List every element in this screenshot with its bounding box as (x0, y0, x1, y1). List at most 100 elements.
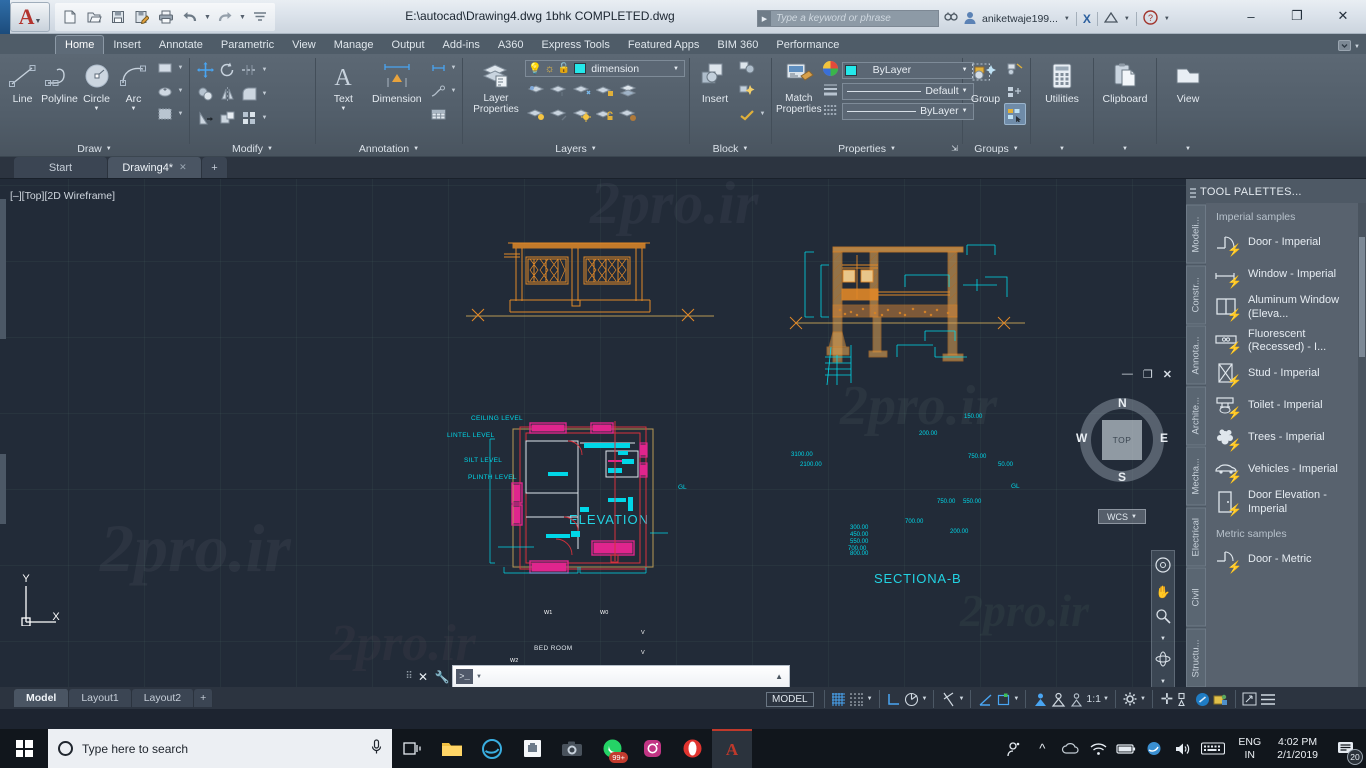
sun-icon[interactable]: ☼ (545, 63, 555, 75)
palette-tab-architectural[interactable]: Archite... (1186, 386, 1206, 445)
palette-item-stud[interactable]: ⚡ Stud - Imperial (1206, 358, 1358, 390)
fullscreen-icon[interactable] (1242, 691, 1258, 707)
command-line-grip[interactable]: ⠿ (404, 665, 414, 688)
hardware-acceleration-icon[interactable]: ✛ (1159, 691, 1175, 708)
layer-thaw-icon[interactable] (548, 103, 570, 125)
language-indicator[interactable]: ENG IN (1230, 736, 1269, 762)
customization-icon[interactable] (1213, 691, 1229, 707)
insert-block-button[interactable]: Insert (694, 57, 736, 105)
gradient-icon[interactable] (154, 103, 176, 125)
ribbon-tab-manage[interactable]: Manage (325, 35, 383, 54)
exchange-apps-icon[interactable]: X (1083, 12, 1091, 26)
ortho-icon[interactable] (886, 691, 902, 707)
ribbon-tab-addins[interactable]: Add-ins (434, 35, 489, 54)
command-input-wrapper[interactable]: >_ ▼ ▲ (452, 665, 790, 688)
start-button[interactable] (0, 729, 48, 768)
view-cube-south[interactable]: S (1118, 470, 1126, 484)
layout-tab-layout1[interactable]: Layout1 (69, 689, 132, 707)
workspace-dropdown-icon[interactable]: ▼ (1140, 696, 1146, 702)
undo-icon[interactable] (179, 6, 201, 28)
pan-hand-icon[interactable]: ✋ (1156, 585, 1171, 599)
ribbon-options-dropdown-icon[interactable]: ▼ (1354, 44, 1360, 50)
wcs-dropdown[interactable]: WCS ▼ (1098, 509, 1146, 524)
circle-button[interactable]: Circle ▼ (78, 57, 115, 112)
palette-tab-mechanical[interactable]: Mecha... (1186, 447, 1206, 506)
palette-scrollbar-thumb[interactable] (1359, 237, 1365, 357)
task-view-icon[interactable] (392, 729, 432, 768)
account-dropdown-icon[interactable]: ▼ (1064, 16, 1070, 22)
text-dropdown-icon[interactable]: ▼ (340, 106, 346, 112)
viewport-close-icon[interactable]: ✕ (1163, 368, 1172, 381)
instagram-icon[interactable] (632, 729, 672, 768)
show-hidden-icons-icon[interactable]: ^ (1028, 729, 1056, 768)
hatch-dropdown-icon[interactable]: ▼ (176, 88, 185, 94)
layer-merge-icon[interactable] (617, 79, 639, 101)
keyboard-icon[interactable] (1196, 729, 1230, 768)
clean-screen-icon[interactable] (1195, 691, 1211, 707)
clipboard-panel-title[interactable]: ▼ (1094, 140, 1156, 157)
save-as-icon[interactable] (131, 6, 153, 28)
properties-dialog-launcher-icon[interactable]: ⇲ (951, 144, 958, 153)
define-attributes-icon[interactable] (736, 103, 758, 125)
undo-dropdown-icon[interactable]: ▼ (203, 14, 212, 21)
file-tab-start[interactable]: Start (14, 157, 108, 178)
microphone-icon[interactable] (371, 739, 382, 758)
grid-display-icon[interactable] (831, 691, 847, 707)
wifi-icon[interactable] (1084, 729, 1112, 768)
dynamic-ucs-icon[interactable] (995, 691, 1011, 707)
polar-dropdown-icon[interactable]: ▼ (922, 696, 928, 702)
layer-color-swatch[interactable] (574, 63, 587, 74)
palette-content[interactable]: Imperial samples ⚡ Door - Imperial ⚡ Win… (1206, 203, 1358, 687)
palette-item-door-metric[interactable]: ⚡ Door - Metric (1206, 544, 1358, 576)
polar-tracking-icon[interactable] (904, 691, 920, 707)
model-space-button[interactable]: MODEL (766, 691, 814, 707)
layer-lock-icon[interactable] (594, 79, 616, 101)
group-selection-on-off-icon[interactable] (1004, 103, 1026, 125)
layer-freeze-icon[interactable] (548, 79, 570, 101)
dimension-button[interactable]: Dimension (367, 57, 427, 105)
annotation-scale-value[interactable]: 1:1 (1086, 693, 1101, 705)
ribbon-tab-home[interactable]: Home (55, 35, 105, 54)
scale-dropdown-icon[interactable]: ▼ (1103, 696, 1109, 702)
help-icon[interactable]: ? (1143, 9, 1158, 28)
opera-icon[interactable] (672, 729, 712, 768)
redo-dropdown-icon[interactable]: ▼ (238, 14, 247, 21)
palette-tab-annotation[interactable]: Annota... (1186, 326, 1206, 385)
table-icon[interactable] (427, 103, 449, 125)
save-icon[interactable] (107, 6, 129, 28)
fillet-icon[interactable] (238, 83, 260, 105)
view-cube-top-face[interactable]: TOP (1102, 420, 1142, 460)
viewport-minimize-icon[interactable]: — (1122, 368, 1133, 381)
palette-tab-modeling[interactable]: Modeli... (1186, 205, 1206, 264)
autocad-icon[interactable]: A (712, 729, 752, 768)
ribbon-tab-featured-apps[interactable]: Featured Apps (619, 35, 709, 54)
palette-item-trees[interactable]: ⚡ Trees - Imperial (1206, 422, 1358, 454)
osnap-dropdown-icon[interactable]: ▼ (958, 696, 964, 702)
add-layout-button[interactable]: + (194, 689, 214, 707)
view-panel-title[interactable]: ▼ (1157, 140, 1219, 157)
palette-item-aluminum-window[interactable]: ⚡ Aluminum Window (Eleva... (1206, 291, 1358, 325)
utilities-button[interactable]: Utilities (1035, 57, 1089, 105)
line-button[interactable]: Line (4, 57, 41, 105)
palette-item-window-imperial[interactable]: ⚡ Window - Imperial (1206, 259, 1358, 291)
unlock-icon[interactable]: 🔓 (558, 63, 570, 74)
light-bulb-icon[interactable]: 💡 (528, 62, 542, 75)
palette-grip[interactable] (1190, 188, 1196, 198)
object-snap-tracking-icon[interactable] (977, 691, 993, 707)
palette-item-door-imperial[interactable]: ⚡ Door - Imperial (1206, 227, 1358, 259)
gradient-dropdown-icon[interactable]: ▼ (176, 111, 185, 117)
rotate-icon[interactable] (216, 59, 238, 81)
linetype-icon[interactable] (822, 102, 839, 120)
arc-button[interactable]: Arc ▼ (115, 57, 152, 112)
text-button[interactable]: A Text ▼ (320, 57, 367, 112)
ribbon-tab-performance[interactable]: Performance (767, 35, 848, 54)
dimension-style-icon[interactable] (427, 57, 449, 79)
zoom-dropdown-icon[interactable]: ▼ (1160, 636, 1166, 642)
draw-panel-title[interactable]: Draw ▼ (0, 140, 189, 157)
view-button[interactable]: View (1163, 57, 1213, 105)
viewport-maximize-icon[interactable]: ❐ (1143, 368, 1153, 381)
palette-item-fluorescent[interactable]: ⚡ Fluorescent (Recessed) - I... (1206, 325, 1358, 359)
layer-unlock-icon[interactable] (594, 103, 616, 125)
create-block-icon[interactable] (736, 57, 758, 79)
snap-dropdown-icon[interactable]: ▼ (867, 696, 873, 702)
